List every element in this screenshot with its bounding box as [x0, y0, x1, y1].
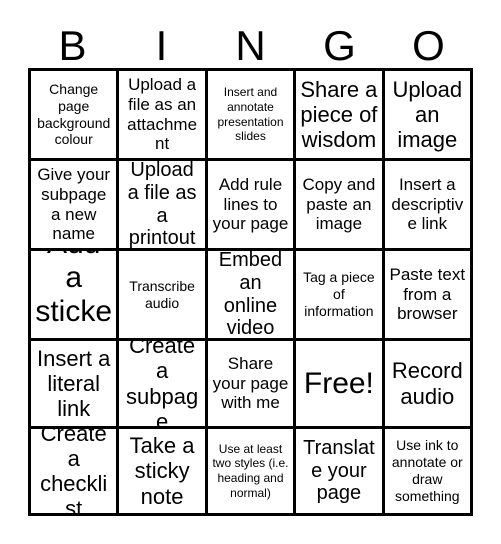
bingo-cell-label: Paste text from a browser	[389, 264, 466, 324]
bingo-cell[interactable]: Insert a descriptive link	[384, 161, 473, 251]
bingo-cell-label: Share a piece of wisdom	[300, 76, 378, 153]
bingo-cell[interactable]: Upload a file as an attachment	[119, 71, 208, 161]
bingo-cell[interactable]: Copy and paste an image	[296, 161, 385, 251]
bingo-cell[interactable]: Add a sticker	[31, 251, 120, 341]
bingo-cell-label: Take a sticky note	[129, 433, 195, 509]
bingo-cell-label: Free!	[303, 366, 374, 400]
bingo-cell[interactable]: Use ink to annotate or draw something	[384, 429, 473, 516]
bingo-cell-label: Insert a literal link	[37, 345, 111, 422]
header-letter-n: N	[235, 22, 266, 69]
bingo-cell[interactable]: Embed an online video	[207, 251, 297, 341]
bingo-cell-label: Change page background colour	[37, 80, 111, 148]
bingo-cell-label: Tag a piece of information	[303, 269, 375, 319]
header-letter-b: B	[58, 22, 87, 69]
bingo-cell-label: Share your page with me	[212, 353, 289, 413]
bingo-grid: Change page background colour Upload a fi…	[28, 68, 473, 516]
bingo-cell[interactable]: Record audio	[384, 341, 473, 429]
bingo-cell[interactable]: Translate your page	[296, 429, 385, 516]
bingo-card: B I N G O Change page background colour U…	[0, 0, 501, 544]
bingo-cell[interactable]: Add rule lines to your page	[207, 161, 297, 251]
bingo-cell-label: Use ink to annotate or draw something	[391, 437, 463, 504]
bingo-cell-label: Add a sticker	[35, 251, 113, 338]
bingo-cell-free-space[interactable]: Share your page with me	[207, 341, 297, 429]
header-letter-i: I	[155, 22, 168, 69]
bingo-cell[interactable]: Change page background colour	[31, 71, 120, 161]
bingo-cell[interactable]: Upload an image	[384, 71, 473, 161]
bingo-cell-label: Transcribe audio	[129, 277, 195, 311]
header-letter-o: O	[412, 22, 445, 69]
bingo-cell[interactable]: Insert a literal link	[31, 341, 120, 429]
bingo-cell-label: Add rule lines to your page	[212, 174, 289, 234]
bingo-cell-label: Embed an online video	[218, 251, 283, 340]
bingo-cell[interactable]: Use at least two styles (i.e. heading an…	[207, 429, 297, 516]
bingo-cell-label: Copy and paste an image	[302, 174, 376, 234]
bingo-cell-label: Upload an image	[392, 76, 463, 153]
bingo-cell-label: Insert a descriptive link	[391, 174, 464, 234]
bingo-cell-label: Insert and annotate presentation slides	[217, 85, 284, 144]
bingo-cell[interactable]: Give your subpage a new name	[31, 161, 120, 251]
bingo-header-row: B I N G O	[28, 14, 473, 68]
bingo-cell[interactable]: Create a checklist	[31, 429, 120, 516]
bingo-cell[interactable]: Transcribe audio	[119, 251, 208, 341]
bingo-cell[interactable]: Share a piece of wisdom	[296, 71, 385, 161]
bingo-cell[interactable]: Upload a file as a printout	[119, 161, 208, 251]
bingo-cell-label: Give your subpage a new name	[37, 165, 111, 244]
bingo-cell-label: Record audio	[391, 358, 463, 409]
bingo-cell[interactable]: Free!	[296, 341, 385, 429]
bingo-cell-label: Create a checklist	[40, 429, 108, 516]
bingo-cell[interactable]: Insert and annotate presentation slides	[207, 71, 297, 161]
bingo-cell-label: Upload a file as a printout	[127, 161, 197, 250]
bingo-cell-label: Create a subpage	[126, 341, 199, 429]
bingo-cell[interactable]: Tag a piece of information	[296, 251, 385, 341]
bingo-cell-label: Use at least two styles (i.e. heading an…	[212, 441, 289, 500]
bingo-cell[interactable]: Take a sticky note	[119, 429, 208, 516]
header-letter-g: G	[323, 22, 356, 69]
bingo-cell[interactable]: Paste text from a browser	[384, 251, 473, 341]
bingo-cell[interactable]: Create a subpage	[119, 341, 208, 429]
bingo-cell-label: Translate your page	[303, 436, 375, 505]
bingo-cell-label: Upload a file as an attachment	[127, 75, 198, 154]
